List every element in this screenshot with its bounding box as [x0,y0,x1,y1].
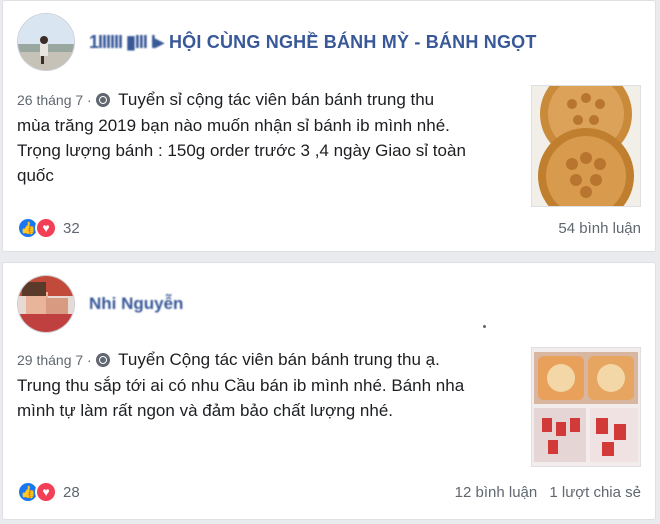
avatar[interactable] [17,13,75,71]
post-text-line: Trung thu sắp tới ai có nhu Cầu bán ib m… [17,376,465,395]
comment-count[interactable]: 12 bình luận [455,484,538,501]
post-text-line: mùa trăng 2019 bạn nào muốn nhận sỉ bánh… [17,116,450,135]
post-card: Nhi Nguyễn 29 tháng 7 · Tuyển Cộng tác v… [2,262,656,520]
reaction-count: 28 [63,483,80,501]
post-header: 1IIIIII ▮III I▸ HỘI CÙNG NGHỀ BÁNH MỲ - B… [17,13,537,71]
post-image-mooncake[interactable] [531,85,641,207]
author-name-blurred: 1IIIIII ▮III I▸ [89,31,164,52]
decorative-dot [483,325,486,328]
love-icon: ♥ [35,217,57,239]
author-name[interactable]: 1IIIIII ▮III I▸ HỘI CÙNG NGHỀ BÁNH MỲ - B… [89,32,537,53]
post-date[interactable]: 29 tháng 7 · [17,352,92,368]
post-header: Nhi Nguyễn [17,275,183,333]
reactions-bar[interactable]: 👍 ♥ 28 [17,481,80,503]
reactions-bar[interactable]: 👍 ♥ 32 [17,217,80,239]
post-text-line: mình tự làm rất ngon và đảm bảo chất lượ… [17,401,394,420]
post-card: 1IIIIII ▮III I▸ HỘI CÙNG NGHỀ BÁNH MỲ - B… [2,0,656,252]
comment-count[interactable]: 54 bình luận [558,220,641,237]
post-stats: 12 bình luận 1 lượt chia sẻ [455,484,641,501]
avatar[interactable] [17,275,75,333]
author-name[interactable]: Nhi Nguyễn [89,294,183,314]
post-image-mooncake-boxes[interactable] [531,347,641,467]
reaction-count: 32 [63,219,80,237]
post-body: 29 tháng 7 · Tuyển Cộng tác viên bán bán… [17,347,507,423]
share-count[interactable]: 1 lượt chia sẻ [549,484,641,501]
post-text-line: Tuyển sỉ cộng tác viên bán bánh trung th… [118,90,435,109]
post-text-line: Tuyển Cộng tác viên bán bánh trung thu ạ… [118,350,440,369]
globe-icon [95,353,110,367]
post-text-line: Trọng lượng bánh : 150g order trước 3 ,4… [17,141,466,160]
globe-icon [95,93,110,107]
post-date[interactable]: 26 tháng 7 · [17,92,92,108]
post-text-line: quốc [17,166,54,185]
post-body: 26 tháng 7 · Tuyển sỉ cộng tác viên bán … [17,87,507,188]
love-icon: ♥ [35,481,57,503]
